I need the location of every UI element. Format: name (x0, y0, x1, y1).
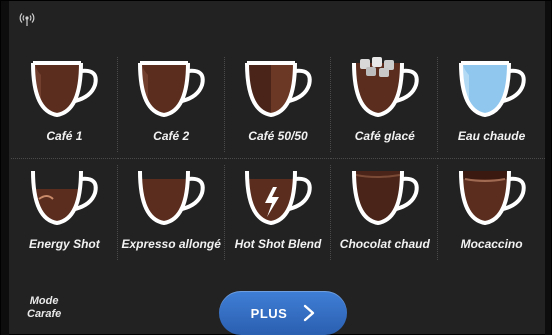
drink-label: Eau chaude (457, 129, 526, 143)
chevron-right-icon (304, 304, 315, 322)
drink-tile-chocolat-chaud[interactable]: Chocolat chaud (331, 159, 438, 267)
drink-label: Mocaccino (460, 236, 523, 251)
drink-tile-cafe-50-50[interactable]: Café 50/50 (224, 51, 332, 159)
drink-tile-expresso-allonge[interactable]: Expresso allongé (118, 159, 225, 267)
drink-label: Café glacé (354, 129, 415, 143)
mode-label-line1: Mode (29, 295, 59, 307)
mocaccino-cup-icon (458, 170, 526, 225)
drink-tile-eau-chaude[interactable]: Eau chaude (438, 51, 545, 159)
wireless-signal-icon (19, 13, 35, 26)
plus-button-label: PLUS (250, 305, 288, 321)
iced-coffee-cup-icon (351, 57, 419, 118)
drink-label: Energy Shot (29, 236, 100, 251)
mode-carafe-button[interactable]: Mode Carafe (27, 295, 61, 321)
drink-tile-hot-shot-blend[interactable]: Hot Shot Blend (225, 159, 332, 267)
drink-label: Café 2 (153, 129, 190, 143)
coffee-machine-screen: Café 1 Café 2 Café 50/50 Café glacé Eau … (0, 0, 552, 335)
drink-label: Hot Shot Blend (234, 236, 322, 251)
drink-label: Chocolat chaud (339, 236, 430, 251)
drink-tile-energy-shot[interactable]: Energy Shot (11, 159, 118, 267)
plus-button[interactable]: PLUS (219, 291, 347, 335)
screen-frame-left (1, 1, 9, 335)
espresso-cup-icon (138, 170, 205, 225)
drink-label: Café 1 (46, 129, 83, 143)
drink-tile-cafe-1[interactable]: Café 1 (11, 51, 118, 159)
coffee-cup-icon (31, 61, 99, 118)
hot-water-cup-icon (458, 61, 526, 118)
drink-tile-mocaccino[interactable]: Mocaccino (438, 159, 545, 267)
drink-grid: Café 1 Café 2 Café 50/50 Café glacé Eau … (11, 51, 545, 266)
drink-tile-cafe-2[interactable]: Café 2 (117, 51, 225, 159)
hot-chocolate-cup-icon (351, 170, 419, 225)
drink-label: Expresso allongé (121, 236, 221, 251)
coffee-cup-icon (138, 61, 205, 118)
hot-shot-cup-icon (244, 170, 312, 225)
coffee-cup-icon (244, 61, 312, 118)
drink-tile-cafe-glace[interactable]: Café glacé (331, 51, 439, 159)
mode-label-line2: Carafe (27, 308, 62, 320)
energy-shot-cup-icon (31, 170, 99, 225)
screen-frame-right (545, 1, 551, 335)
drink-label: Café 50/50 (248, 129, 308, 143)
